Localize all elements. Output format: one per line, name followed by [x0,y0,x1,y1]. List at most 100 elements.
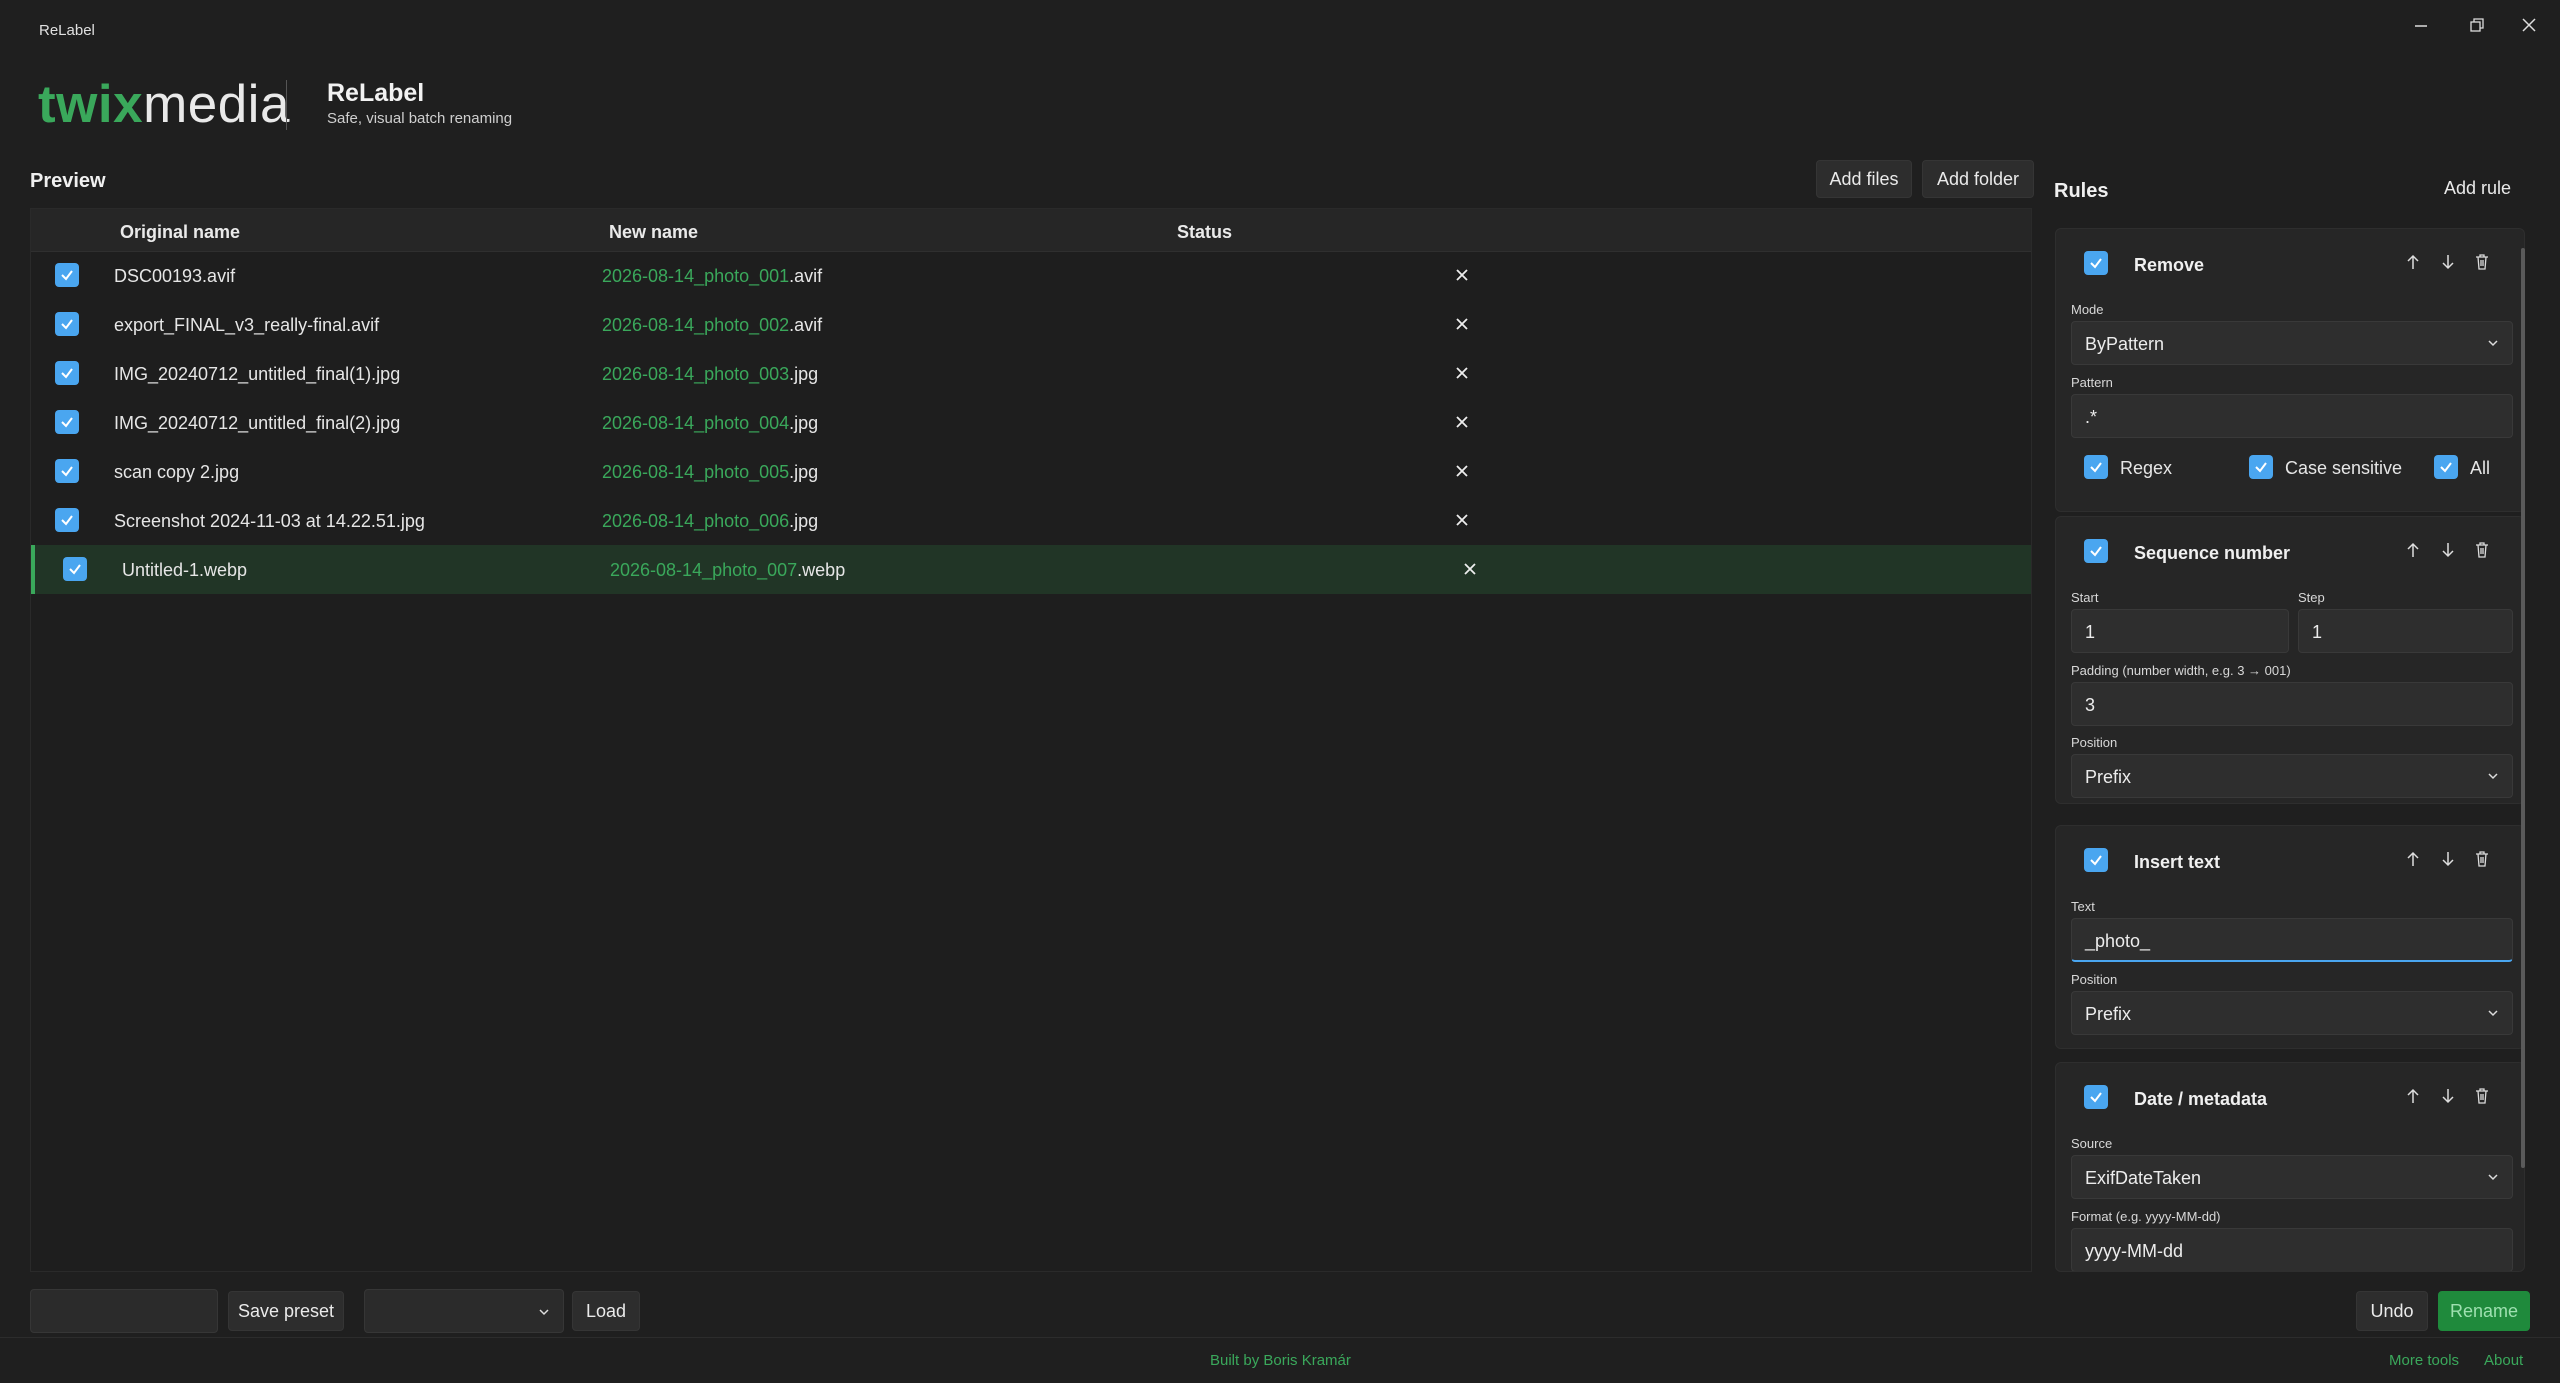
all-label: All [2470,458,2491,478]
minimize-button[interactable] [2400,8,2442,42]
row-checkbox[interactable] [55,508,79,532]
regex-checkbox[interactable] [2084,455,2108,479]
save-preset-button[interactable]: Save preset [228,1291,344,1331]
position-select[interactable]: Prefix [2071,754,2513,798]
delete-rule-button[interactable] [2469,846,2495,872]
restore-button[interactable] [2456,8,2498,42]
window-title: ReLabel [39,22,95,39]
footer-credit: Built by Boris Kramár [1210,1352,1351,1369]
step-value: 1 [2312,622,2323,642]
check-icon [61,515,73,526]
position-value: Prefix [2085,767,2132,787]
table-row[interactable]: DSC00193.avif 2026-08-14_photo_001.avif [31,251,2031,300]
more-tools-link[interactable]: More tools [2389,1352,2459,1369]
chevron-down-icon [2488,773,2498,780]
column-new-name[interactable]: New name [609,222,698,243]
move-up-button[interactable] [2400,1083,2426,1109]
trash-icon [2476,1088,2488,1104]
new-name-cell: 2026-08-14_photo_006.jpg [602,511,818,532]
rule-enabled-checkbox[interactable] [2084,539,2108,563]
table-row[interactable]: export_FINAL_v3_really-final.avif 2026-08… [31,300,2031,349]
preset-select[interactable] [364,1289,564,1333]
delete-rule-button[interactable] [2469,537,2495,563]
remove-row-button[interactable] [1451,313,1473,335]
remove-row-button[interactable] [1451,264,1473,286]
padding-value: 3 [2085,695,2096,715]
column-status[interactable]: Status [1177,222,1232,243]
remove-row-button[interactable] [1459,558,1481,580]
add-files-button[interactable]: Add files [1816,160,1912,198]
rename-button[interactable]: Rename [2438,1291,2530,1331]
delete-rule-button[interactable] [2469,1083,2495,1109]
start-input[interactable]: 1 [2071,609,2289,653]
move-up-button[interactable] [2400,249,2426,275]
all-checkbox[interactable] [2434,455,2458,479]
source-select[interactable]: ExifDateTaken [2071,1155,2513,1199]
new-name-base: 2026-08-14_photo_002 [602,315,790,335]
table-row[interactable]: Screenshot 2024-11-03 at 14.22.51.jpg 202… [31,496,2031,545]
row-checkbox[interactable] [55,410,79,434]
trash-icon [2476,542,2488,558]
row-checkbox[interactable] [55,459,79,483]
about-link[interactable]: About [2484,1352,2523,1369]
row-checkbox[interactable] [55,312,79,336]
arrow-up-icon [2407,254,2419,269]
table-row[interactable]: scan copy 2.jpg 2026-08-14_photo_005.jpg [31,447,2031,496]
load-button[interactable]: Load [572,1291,640,1331]
mode-select[interactable]: ByPattern [2071,321,2513,365]
arrow-up-icon [2407,851,2419,866]
minimize-icon [2415,25,2427,27]
new-name-cell: 2026-08-14_photo_002.avif [602,315,822,336]
table-row[interactable]: IMG_20240712_untitled_final(1).jpg 2026-0… [31,349,2031,398]
check-icon [61,466,73,477]
move-up-button[interactable] [2400,537,2426,563]
chevron-down-icon [539,1309,549,1316]
move-down-button[interactable] [2435,249,2461,275]
arrow-up-icon [2407,542,2419,557]
close-window-button[interactable] [2508,8,2550,42]
rule-enabled-checkbox[interactable] [2084,848,2108,872]
move-down-button[interactable] [2435,1083,2461,1109]
format-input[interactable]: yyyy-MM-dd [2071,1228,2513,1271]
arrow-down-icon [2442,1089,2454,1104]
rule-title: Insert text [2134,852,2221,872]
rules-scrollbar[interactable] [2521,248,2525,1168]
new-name-extension: .jpg [789,511,819,531]
chevron-down-icon [2488,1010,2498,1017]
step-input[interactable]: 1 [2298,609,2513,653]
padding-input[interactable]: 3 [2071,682,2513,726]
row-checkbox[interactable] [63,557,87,581]
rule-enabled-checkbox[interactable] [2084,251,2108,275]
add-rule-button[interactable]: Add rule [2444,178,2511,199]
original-name-cell: IMG_20240712_untitled_final(1).jpg [114,364,401,384]
move-down-button[interactable] [2435,537,2461,563]
move-up-button[interactable] [2400,846,2426,872]
close-icon [1456,416,1468,428]
delete-rule-button[interactable] [2469,249,2495,275]
remove-row-button[interactable] [1451,460,1473,482]
new-name-base: 2026-08-14_photo_004 [602,413,790,433]
move-down-button[interactable] [2435,846,2461,872]
remove-row-button[interactable] [1451,411,1473,433]
position-select[interactable]: Prefix [2071,991,2513,1035]
undo-button[interactable]: Undo [2356,1291,2428,1331]
text-input[interactable]: _photo_ [2071,918,2513,962]
case-sensitive-checkbox[interactable] [2249,455,2273,479]
rule-enabled-checkbox[interactable] [2084,1085,2108,1109]
table-row[interactable]: Untitled-1.webp 2026-08-14_photo_007.webp [31,545,2031,594]
column-original-name[interactable]: Original name [120,222,240,243]
table-row[interactable]: IMG_20240712_untitled_final(2).jpg 2026-0… [31,398,2031,447]
pattern-input[interactable]: .* [2071,394,2513,438]
new-name-extension: .webp [797,560,846,580]
row-checkbox[interactable] [55,361,79,385]
rule-card-sequence: Sequence number Start 1 Step 1 Padding (… [2055,516,2525,804]
preset-name-input[interactable] [30,1289,218,1333]
arrow-up-icon [2407,1088,2419,1103]
remove-row-button[interactable] [1451,509,1473,531]
add-folder-button[interactable]: Add folder [1922,160,2034,198]
arrow-down-icon [2442,543,2454,558]
new-name-extension: .avif [789,266,823,286]
row-checkbox[interactable] [55,263,79,287]
remove-row-button[interactable] [1451,362,1473,384]
arrow-down-icon [2442,255,2454,270]
